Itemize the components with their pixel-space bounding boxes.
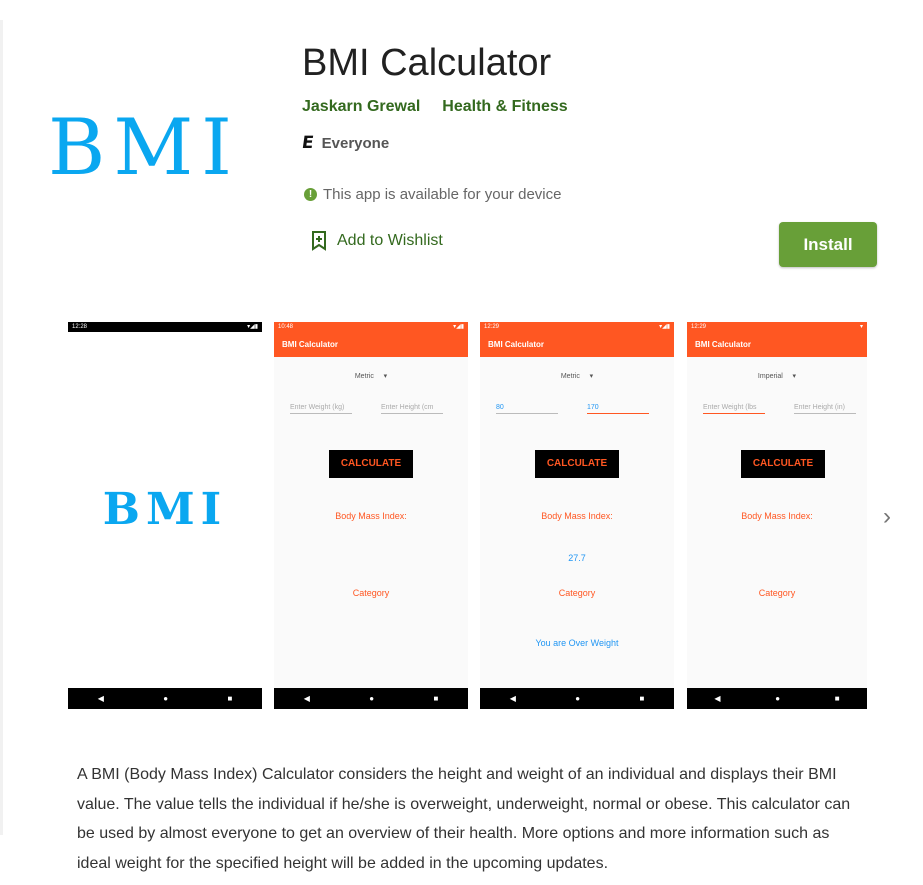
calculate-button: CALCULATE [329, 450, 413, 478]
home-icon: ● [775, 694, 781, 703]
home-icon: ● [369, 694, 375, 703]
add-to-wishlist-button[interactable]: Add to Wishlist [311, 231, 443, 251]
bmi-label: Body Mass Index: [335, 511, 407, 521]
info-icon: ! [304, 188, 317, 201]
back-icon: ◀ [303, 694, 310, 703]
left-divider [0, 20, 3, 835]
install-button[interactable]: Install [779, 222, 877, 267]
recents-icon: ■ [639, 694, 645, 703]
bmi-label: Body Mass Index: [541, 511, 613, 521]
app-meta: Jaskarn Grewal Health & Fitness [302, 98, 568, 116]
app-icon: BMI [48, 103, 240, 193]
status-icons: ▾◢▮ [659, 324, 670, 330]
android-nav-bar: ◀ ● ■ [68, 688, 262, 709]
availability-text: This app is available for your device [323, 186, 562, 203]
chevron-right-icon[interactable]: › [883, 503, 891, 531]
availability-note: ! This app is available for your device [304, 186, 561, 203]
status-bar: 12:29 ▾ [687, 322, 867, 332]
bmi-value: 27.7 [568, 553, 586, 563]
status-time: 10:48 [278, 324, 294, 330]
app-bar-title: BMI Calculator [687, 332, 867, 357]
app-bar-title: BMI Calculator [480, 332, 674, 357]
content-rating: E Everyone [300, 133, 390, 153]
status-time: 12:28 [72, 324, 88, 330]
app-description: A BMI (Body Mass Index) Calculator consi… [77, 766, 851, 872]
app-bar-title: BMI Calculator [274, 332, 468, 357]
app-title: BMI Calculator [302, 42, 552, 84]
category-link[interactable]: Health & Fitness [442, 98, 567, 116]
esrb-everyone-icon: E [300, 133, 316, 153]
height-field: Enter Height (cm [381, 404, 443, 414]
height-field: Enter Height (in) [794, 404, 856, 414]
calculate-button: CALCULATE [535, 450, 619, 478]
unit-dropdown: Metric ▾ [560, 373, 594, 380]
back-icon: ◀ [97, 694, 104, 703]
category-label: Category [758, 588, 796, 598]
screenshot-1[interactable]: 12:28 ▾◢▮ BMI ◀ ● ■ [68, 322, 262, 709]
screenshot-3[interactable]: 12:29 ▾◢▮ BMI Calculator Metric ▾ 80 170… [480, 322, 674, 709]
height-field: 170 [587, 404, 649, 414]
recents-icon: ■ [834, 694, 840, 703]
status-bar: 12:29 ▾◢▮ [480, 322, 674, 332]
weight-field: 80 [496, 404, 558, 414]
screenshot-2[interactable]: 10:48 ▾◢▮ BMI Calculator Metric ▾ Enter … [274, 322, 468, 709]
category-value: You are Over Weight [535, 638, 619, 648]
bmi-label: Body Mass Index: [741, 511, 813, 521]
android-nav-bar: ◀ ● ■ [480, 688, 674, 709]
android-nav-bar: ◀ ● ■ [687, 688, 867, 709]
wishlist-label: Add to Wishlist [337, 232, 443, 249]
weight-field: Enter Weight (lbs [703, 404, 765, 414]
category-label: Category [558, 588, 596, 598]
status-icons: ▾◢▮ [453, 324, 464, 330]
developer-link[interactable]: Jaskarn Grewal [302, 98, 420, 116]
status-icons: ▾ [859, 324, 863, 330]
home-icon: ● [163, 694, 169, 703]
status-time: 12:29 [691, 324, 707, 330]
recents-icon: ■ [433, 694, 439, 703]
splash-logo: BMI [102, 484, 228, 535]
status-icons: ▾◢▮ [247, 324, 258, 330]
status-time: 12:29 [484, 324, 500, 330]
android-nav-bar: ◀ ● ■ [274, 688, 468, 709]
category-label: Category [352, 588, 390, 598]
status-bar: 10:48 ▾◢▮ [274, 322, 468, 332]
bookmark-add-icon [312, 231, 326, 251]
screenshot-4[interactable]: 12:29 ▾ BMI Calculator Imperial ▾ Enter … [687, 322, 867, 709]
home-icon: ● [575, 694, 581, 703]
status-bar: 12:28 ▾◢▮ [68, 322, 262, 332]
back-icon: ◀ [509, 694, 516, 703]
unit-dropdown: Metric ▾ [354, 373, 388, 380]
weight-field: Enter Weight (kg) [290, 404, 352, 414]
content-rating-label: Everyone [321, 134, 390, 152]
unit-dropdown: Imperial ▾ [757, 373, 797, 380]
recents-icon: ■ [227, 694, 233, 703]
calculate-button: CALCULATE [741, 450, 825, 478]
back-icon: ◀ [714, 694, 721, 703]
